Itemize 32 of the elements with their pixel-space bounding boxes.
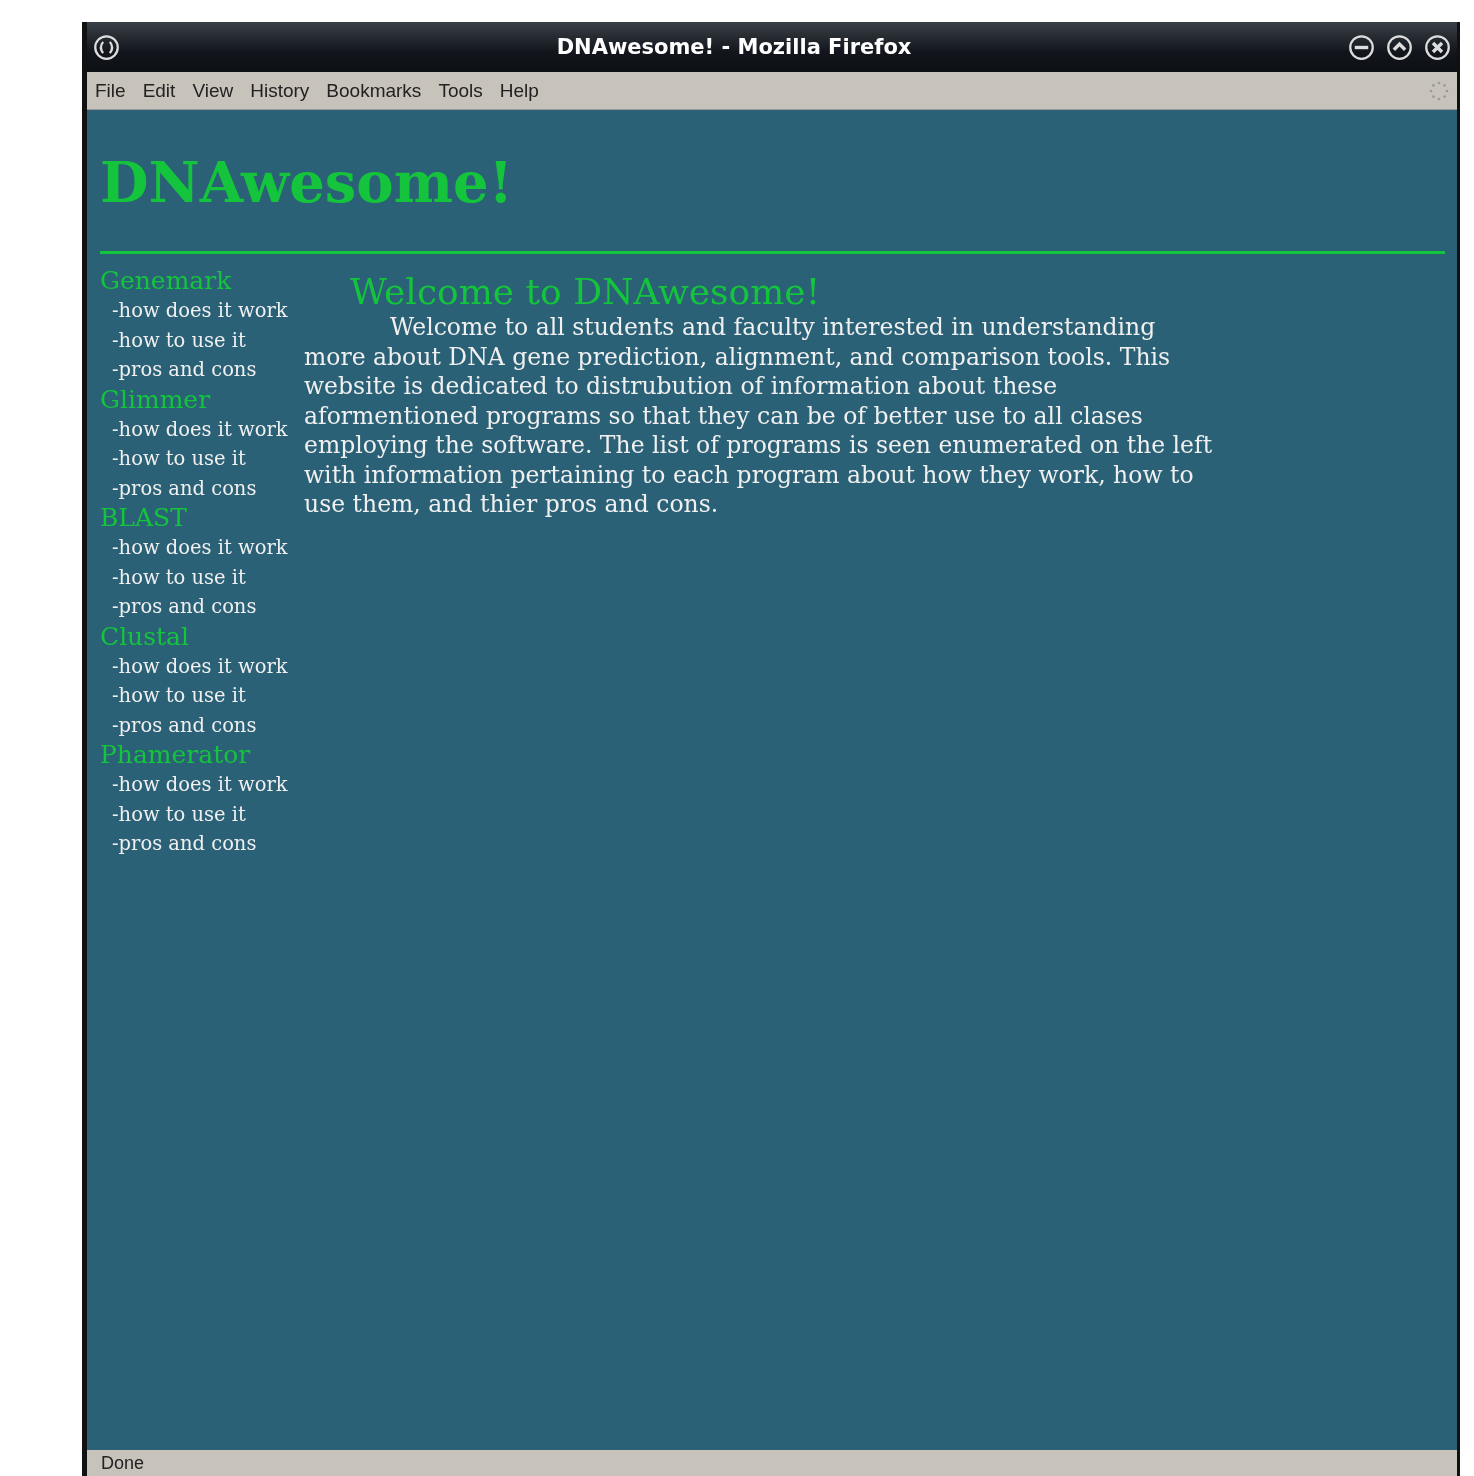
topic-link[interactable]: -pros and cons: [100, 473, 257, 503]
window-menu-icon[interactable]: [93, 33, 120, 61]
topic-link[interactable]: -how to use it: [100, 562, 246, 592]
topic-link[interactable]: -pros and cons: [100, 592, 257, 622]
topic-link[interactable]: -how does it work: [100, 651, 288, 681]
topic-link[interactable]: -how does it work: [100, 770, 288, 800]
menu-item[interactable]: Help: [499, 79, 539, 102]
topic-link[interactable]: -pros and cons: [100, 829, 257, 859]
topic-link[interactable]: -how does it work: [100, 296, 288, 326]
topic-link[interactable]: -how does it work: [100, 414, 288, 444]
menu-item[interactable]: History: [250, 79, 310, 102]
maximize-icon[interactable]: [1386, 33, 1413, 61]
topic-link[interactable]: -how to use it: [100, 799, 246, 829]
welcome-heading: Welcome to DNAwesome!: [349, 271, 822, 313]
menu-item[interactable]: Edit: [142, 79, 176, 102]
topic-link[interactable]: -how to use it: [100, 681, 246, 711]
menu-item[interactable]: Tools: [438, 79, 483, 102]
window-title: DNAwesome! - Mozilla Firefox: [555, 35, 913, 59]
menu-item[interactable]: Bookmarks: [326, 79, 422, 102]
throbber-icon: [1429, 80, 1449, 101]
menu-item[interactable]: View: [192, 79, 234, 102]
topic-link[interactable]: -how to use it: [100, 325, 246, 355]
topic-link[interactable]: -pros and cons: [100, 355, 257, 385]
status-text: Done: [101, 1452, 145, 1474]
topic-link[interactable]: -how does it work: [100, 533, 288, 563]
topic-link[interactable]: -how to use it: [100, 444, 246, 474]
menu-item[interactable]: File: [95, 79, 126, 102]
welcome-paragraph: Welcome to all students and faculty interested in understanding more about DNA gene prediction, alignment, and comparison tools. This website is dedicated to distrubution of information about these aformentioned programs so that they can be of better use to all clases employing the software. The list of programs is seen enumerated on the left with information pertaining to each program about how they work, how to use them, and thier pros and cons.: [304, 313, 1214, 520]
site-title: DNAwesome!: [100, 149, 514, 215]
minimize-icon[interactable]: [1348, 33, 1375, 61]
topic-link[interactable]: -pros and cons: [100, 710, 257, 740]
close-icon[interactable]: [1424, 33, 1451, 61]
